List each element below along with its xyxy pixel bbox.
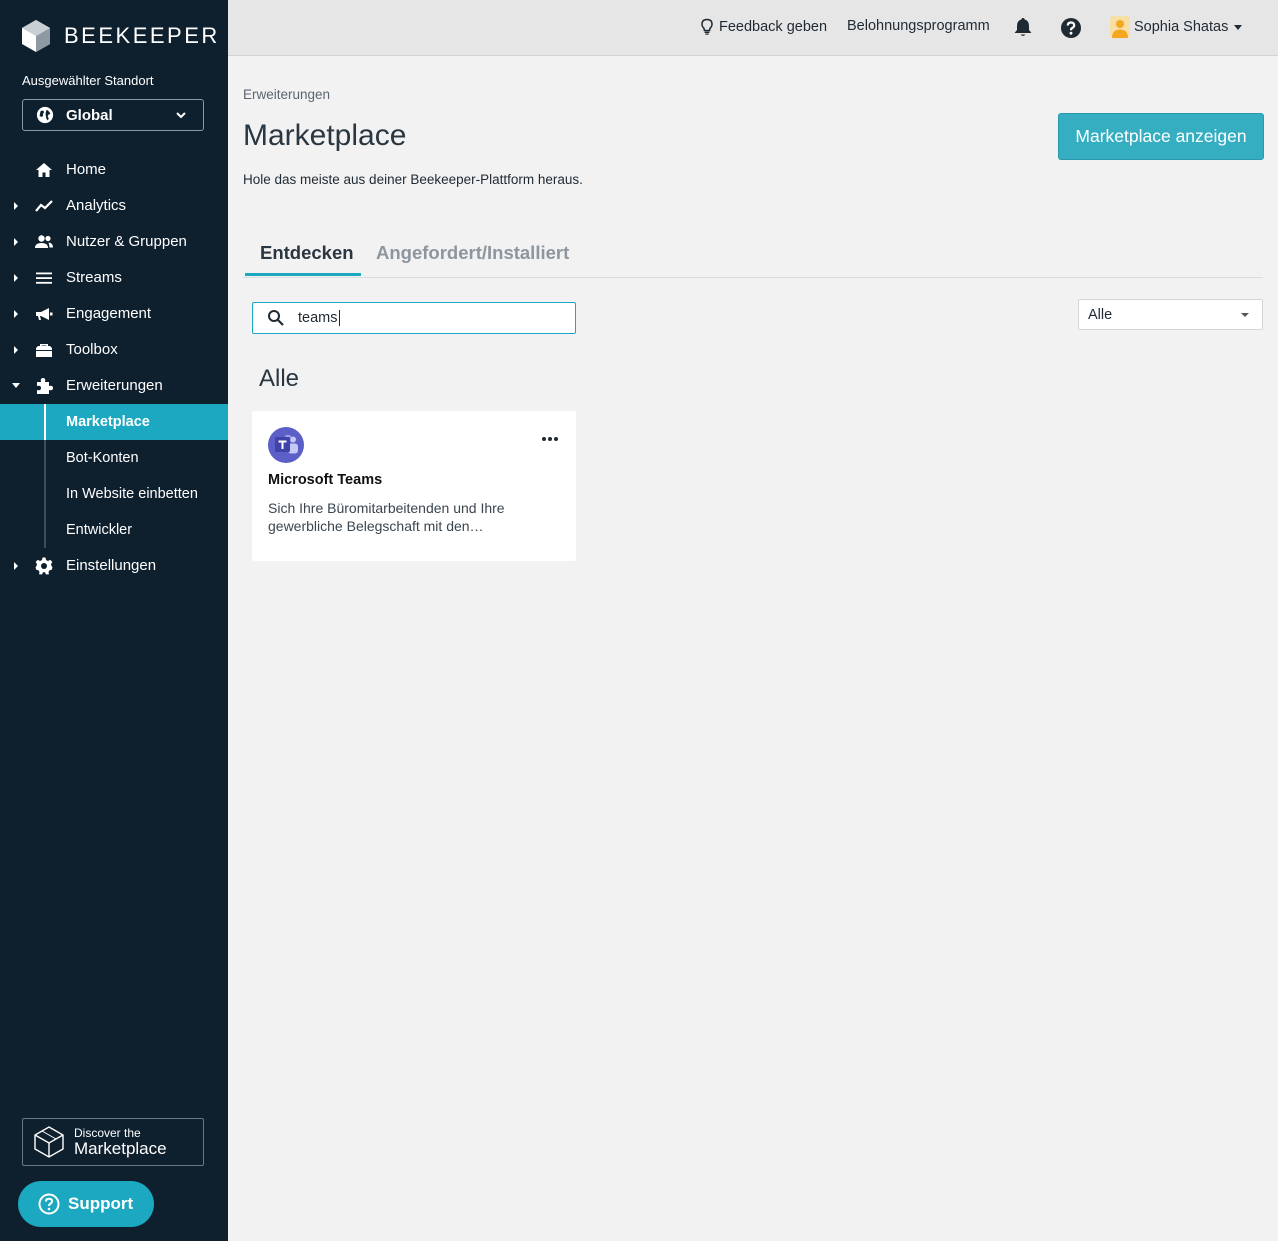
sidebar-item-settings[interactable]: Einstellungen	[0, 548, 228, 584]
active-tab-indicator	[245, 273, 361, 276]
page-title: Marketplace	[243, 119, 407, 152]
discover-line1: Discover the	[74, 1126, 141, 1140]
app-card-description: Sich Ihre Büromitarbeitenden und Ihre ge…	[268, 500, 505, 534]
lightbulb-icon	[701, 18, 713, 35]
more-options-icon[interactable]	[538, 430, 562, 448]
caret-down-icon	[12, 383, 20, 388]
caret-right-icon	[14, 202, 18, 210]
top-bar: Feedback geben Belohnungsprogramm Sophia…	[228, 0, 1278, 56]
sidebar-subitem-label: In Website einbetten	[66, 486, 198, 502]
gear-icon	[35, 557, 53, 575]
beekeeper-logo[interactable]: BEEKEEPER	[22, 20, 220, 52]
breadcrumb[interactable]: Erweiterungen	[243, 87, 330, 102]
active-indicator	[44, 404, 46, 440]
home-icon	[36, 163, 52, 177]
users-icon	[35, 235, 53, 248]
sidebar-subitem-label: Bot-Konten	[66, 450, 139, 466]
tabs: Entdecken Angefordert/Installiert	[243, 236, 1263, 278]
feedback-link[interactable]: Feedback geben	[700, 18, 827, 35]
help-circle-icon	[38, 1193, 60, 1215]
page-subtitle: Hole das meiste aus deiner Beekeeper-Pla…	[243, 172, 583, 187]
bell-icon[interactable]	[1013, 16, 1033, 38]
sidebar-subitem-bot-accounts[interactable]: Bot-Konten	[0, 440, 228, 476]
sidebar-item-label: Nutzer & Gruppen	[66, 233, 187, 250]
brand-name: BEEKEEPER	[64, 23, 220, 48]
support-label: Support	[68, 1194, 134, 1213]
help-icon[interactable]	[1060, 17, 1082, 39]
user-menu[interactable]: Sophia Shatas	[1110, 16, 1243, 38]
caret-right-icon	[14, 274, 18, 282]
sidebar-subitem-embed-website[interactable]: In Website einbetten	[0, 476, 228, 512]
app-card-title: Microsoft Teams	[268, 472, 383, 488]
filter-value: Alle	[1088, 306, 1113, 323]
sidebar-item-label: Home	[66, 161, 107, 178]
sidebar-item-label: Analytics	[66, 197, 127, 214]
sidebar-subitem-marketplace[interactable]: Marketplace	[0, 404, 228, 440]
extensions-submenu: Marketplace Bot-Konten In Website einbet…	[0, 404, 228, 548]
cube-icon	[34, 1126, 64, 1158]
sidebar-item-engagement[interactable]: Engagement	[0, 296, 228, 332]
avatar	[1110, 16, 1130, 38]
sidebar-item-label: Erweiterungen	[66, 377, 163, 394]
feedback-label: Feedback geben	[719, 18, 828, 35]
sidebar-item-label: Streams	[66, 269, 122, 286]
beekeeper-logo-icon	[22, 20, 50, 52]
user-name: Sophia Shatas	[1134, 19, 1229, 35]
sidebar-subitem-label: Marketplace	[66, 414, 150, 430]
analytics-icon	[35, 200, 53, 212]
tab-requested-installed[interactable]: Angefordert/Installiert	[376, 242, 569, 264]
rewards-link[interactable]: Belohnungsprogramm	[847, 18, 990, 34]
sidebar-item-analytics[interactable]: Analytics	[0, 188, 228, 224]
sidebar: BEEKEEPER Ausgewählter Standort Global H…	[0, 0, 228, 1241]
text-cursor	[338, 310, 340, 327]
search-input[interactable]: teams	[252, 302, 576, 334]
caret-right-icon	[14, 346, 18, 354]
sidebar-item-label: Engagement	[66, 305, 152, 322]
chevron-down-icon	[176, 112, 186, 119]
sidebar-item-home[interactable]: Home	[0, 152, 228, 188]
sidebar-item-streams[interactable]: Streams	[0, 260, 228, 296]
sidebar-item-label: Einstellungen	[66, 557, 157, 574]
caret-right-icon	[14, 562, 18, 570]
section-title: Alle	[259, 365, 300, 392]
tab-discover[interactable]: Entdecken	[260, 242, 354, 264]
caret-down-icon	[1234, 24, 1243, 30]
rewards-label: Belohnungsprogramm	[847, 18, 990, 34]
search-value: teams	[298, 309, 338, 326]
toolbox-icon	[36, 344, 52, 357]
location-select[interactable]: Global	[22, 99, 204, 131]
caret-right-icon	[14, 310, 18, 318]
search-icon	[268, 310, 284, 326]
user-avatar-icon	[1112, 20, 1128, 38]
location-value: Global	[66, 106, 113, 124]
sidebar-item-extensions[interactable]: Erweiterungen	[0, 368, 228, 404]
globe-icon	[36, 106, 54, 124]
sidebar-subitem-label: Entwickler	[66, 522, 133, 538]
discover-marketplace-button[interactable]: Discover the Marketplace	[22, 1118, 204, 1166]
support-button[interactable]: Support	[18, 1181, 154, 1227]
sidebar-item-label: Toolbox	[66, 341, 118, 358]
sidebar-item-users[interactable]: Nutzer & Gruppen	[0, 224, 228, 260]
show-marketplace-button[interactable]: Marketplace anzeigen	[1058, 113, 1264, 160]
sidebar-item-toolbox[interactable]: Toolbox	[0, 332, 228, 368]
category-filter-select[interactable]: Alle	[1078, 299, 1263, 330]
location-label: Ausgewählter Standort	[22, 73, 154, 88]
discover-line2: Marketplace	[74, 1139, 167, 1158]
megaphone-icon	[36, 308, 53, 320]
caret-down-icon	[1241, 313, 1249, 317]
microsoft-teams-icon	[268, 427, 304, 463]
caret-right-icon	[14, 238, 18, 246]
sidebar-subitem-developer[interactable]: Entwickler	[0, 512, 228, 548]
sidebar-nav: Home Analytics Nutzer & Gruppen Streams …	[0, 152, 228, 584]
app-card-microsoft-teams[interactable]: Microsoft Teams Sich Ihre Büromitarbeite…	[252, 411, 576, 561]
puzzle-icon	[37, 378, 53, 394]
streams-icon	[36, 272, 52, 284]
